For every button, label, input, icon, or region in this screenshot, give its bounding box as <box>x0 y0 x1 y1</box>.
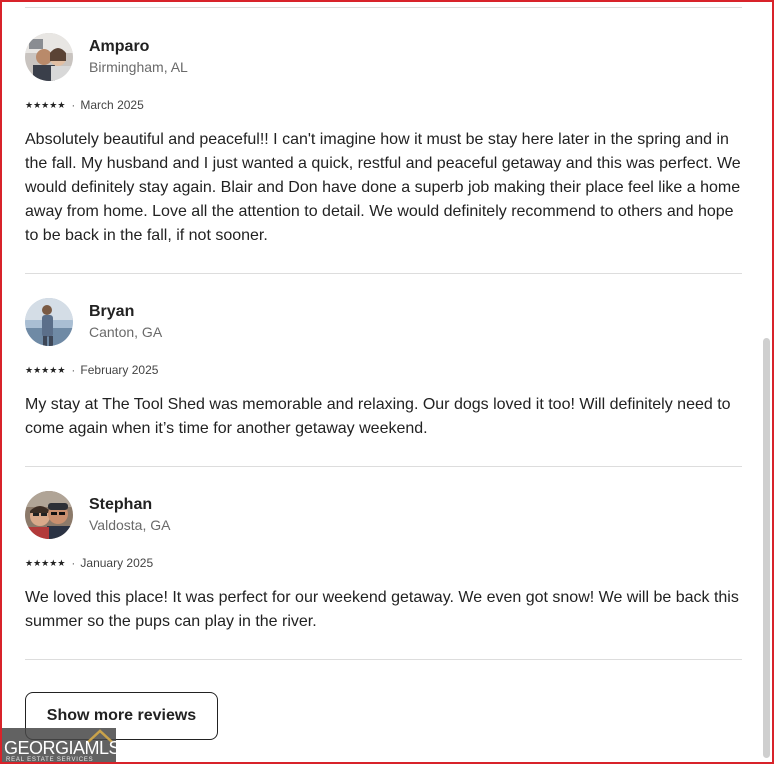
star-icon: ★ <box>25 99 34 110</box>
review-date: February 2025 <box>80 363 159 377</box>
review-meta: ★ ★ ★ ★ ★ · February 2025 <box>25 363 158 377</box>
scrollbar-thumb[interactable] <box>763 338 770 758</box>
star-icon: ★ <box>33 364 42 375</box>
reviewer-location: Birmingham, AL <box>89 59 188 75</box>
star-icon: ★ <box>57 99 66 110</box>
star-icon: ★ <box>49 99 58 110</box>
meta-separator: · <box>71 363 76 377</box>
review-meta: ★ ★ ★ ★ ★ · March 2025 <box>25 98 144 112</box>
star-icon: ★ <box>57 364 66 375</box>
review-date: January 2025 <box>80 556 154 570</box>
reviewer-avatar[interactable] <box>25 298 73 346</box>
divider <box>25 7 742 8</box>
georgia-mls-watermark: GEORGIAMLS REAL ESTATE SERVICES <box>2 728 116 763</box>
meta-separator: · <box>71 556 76 570</box>
reviewer-location: Canton, GA <box>89 324 163 340</box>
divider <box>25 466 742 467</box>
review-meta: ★ ★ ★ ★ ★ · January 2025 <box>25 556 153 570</box>
review-text: My stay at The Tool Shed was memorable a… <box>25 396 731 437</box>
star-icon: ★ <box>33 557 42 568</box>
star-icon: ★ <box>57 557 66 568</box>
review-text: We loved this place! It was perfect for … <box>25 589 739 630</box>
reviewer-avatar[interactable] <box>25 491 73 539</box>
star-rating: ★ ★ ★ ★ ★ <box>25 557 66 568</box>
watermark-brand: GEORGIAMLS <box>4 738 116 758</box>
star-icon: ★ <box>25 364 34 375</box>
reviewer-name: Amparo <box>89 38 150 55</box>
reviews-page: Amparo Birmingham, AL ★ ★ ★ ★ ★ · March 2025… <box>0 0 774 764</box>
star-rating: ★ ★ ★ ★ ★ <box>25 364 66 375</box>
divider <box>25 659 742 660</box>
star-rating: ★ ★ ★ ★ ★ <box>25 99 66 110</box>
star-icon: ★ <box>41 364 50 375</box>
meta-separator: · <box>71 98 76 112</box>
star-icon: ★ <box>49 364 58 375</box>
divider <box>25 273 742 274</box>
star-icon: ★ <box>25 557 34 568</box>
reviewer-location: Valdosta, GA <box>89 517 171 533</box>
reviewer-avatar[interactable] <box>25 33 73 81</box>
star-icon: ★ <box>33 99 42 110</box>
star-icon: ★ <box>41 99 50 110</box>
star-icon: ★ <box>41 557 50 568</box>
watermark-tagline: REAL ESTATE SERVICES <box>6 757 94 763</box>
review-text: Absolutely beautiful and peaceful!! I ca… <box>25 131 741 244</box>
reviewer-name: Bryan <box>89 303 135 320</box>
star-icon: ★ <box>49 557 58 568</box>
review-date: March 2025 <box>80 98 144 112</box>
reviewer-name: Stephan <box>89 496 153 513</box>
